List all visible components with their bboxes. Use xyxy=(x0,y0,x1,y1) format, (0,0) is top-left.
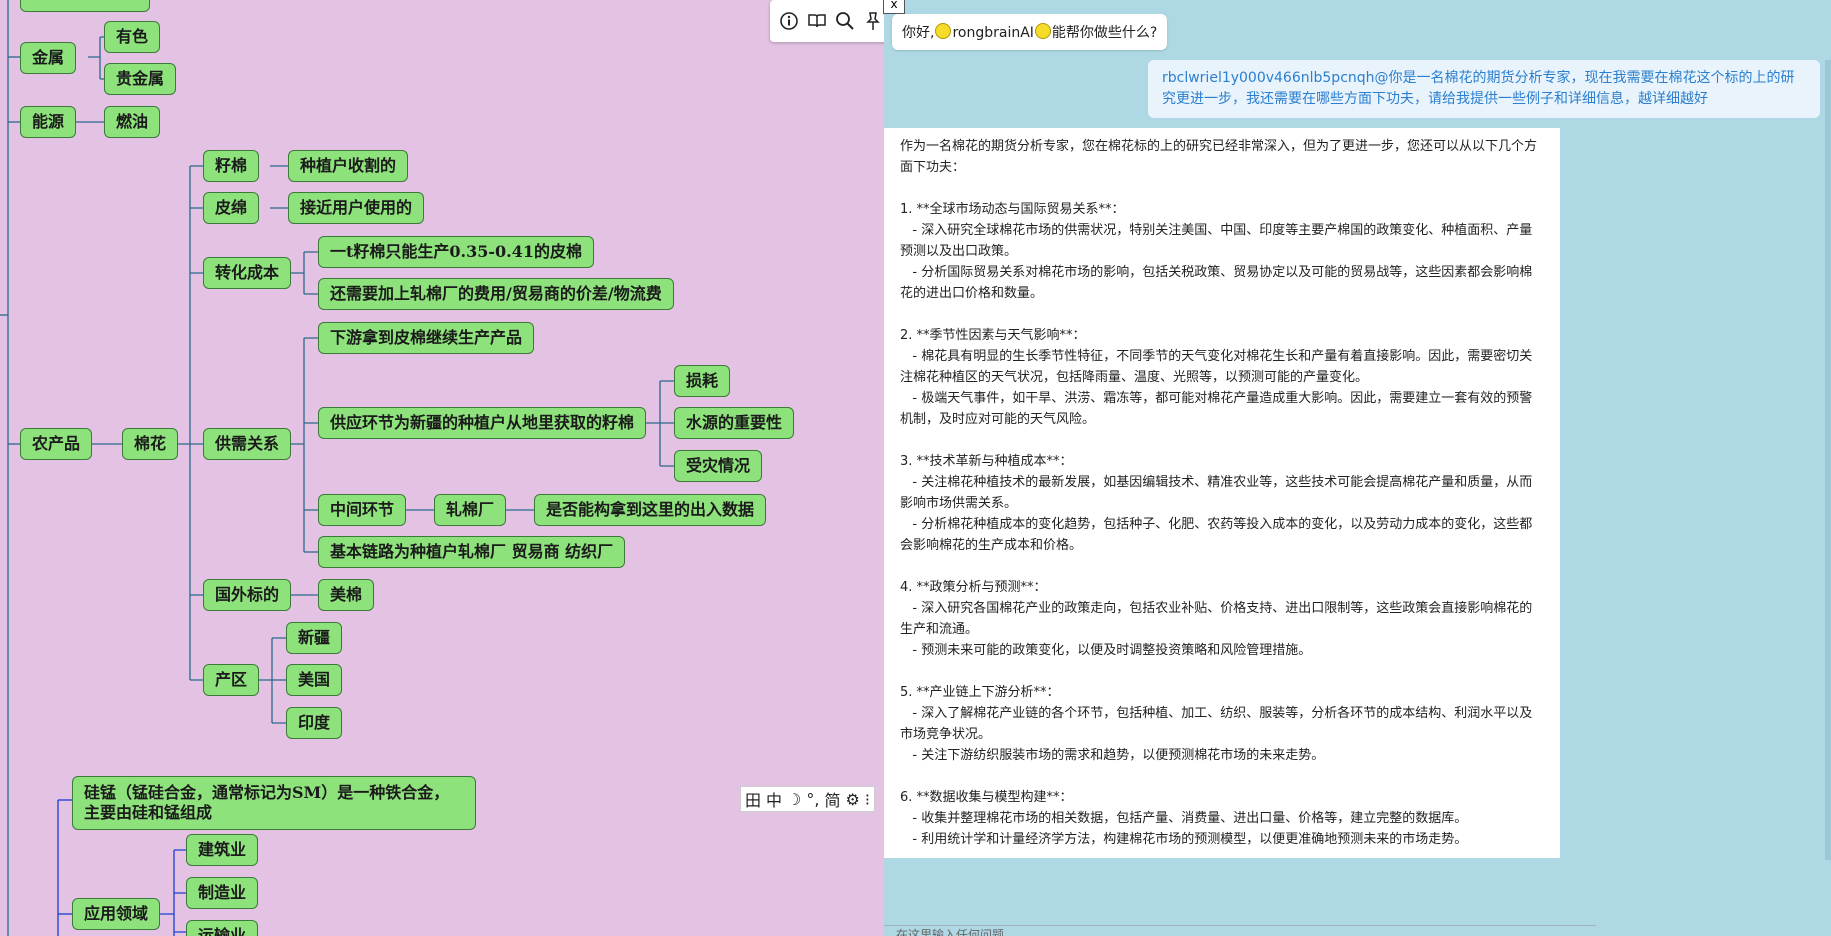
mindmap-node-conversion-ratio[interactable]: 一t籽棉只能生产0.35-0.41的皮棉 xyxy=(318,236,594,268)
answer-line: - 极端天气事件，如干旱、洪涝、霜冻等，都可能对棉花产量造成重大影响。因此，需要… xyxy=(900,391,1533,427)
user-message-bubble: rbclwriel1y000v466nlb5pcnqh@你是一名棉花的期货分析专… xyxy=(1148,60,1820,118)
mindmap-node-supply-xinjiang[interactable]: 供应环节为新疆的种植户从地里获取的籽棉 xyxy=(318,407,647,439)
answer-line: - 收集并整理棉花市场的相关数据，包括产量、消费量、进出口量、价格等，建立完整的… xyxy=(900,811,1468,826)
ime-chinese-toggle[interactable]: 中 xyxy=(766,787,782,811)
answer-line: - 利用统计学和计量经济学方法，构建棉花市场的预测模型，以便更准确地预测未来的市… xyxy=(900,832,1468,847)
mindmap-node-seed-cotton[interactable]: 籽棉 xyxy=(203,150,260,182)
answer-line: 1. **全球市场动态与国际贸易关系**： xyxy=(900,202,1125,217)
mindmap-node-transport[interactable]: 运输业 xyxy=(186,920,259,936)
answer-line: - 关注下游纺织服装市场的需求和趋势，以便预测棉花市场的未来走势。 xyxy=(900,748,1325,763)
answer-line xyxy=(900,430,1544,451)
mindmap-node-top-cut[interactable] xyxy=(20,0,150,12)
mindmap-node-loss[interactable]: 损耗 xyxy=(674,365,731,397)
answer-line: 2. **季节性因素与天气影响**： xyxy=(900,328,1086,343)
mindmap-node-nonferrous[interactable]: 有色 xyxy=(104,21,161,53)
answer-line xyxy=(900,556,1544,577)
mindmap-node-energy[interactable]: 能源 xyxy=(20,106,77,138)
mindmap-node-us-cotton[interactable]: 美棉 xyxy=(318,579,375,611)
answer-line xyxy=(900,304,1544,325)
mindmap-node-downstream[interactable]: 下游拿到皮棉继续生产产品 xyxy=(318,322,535,354)
mindmap-node-middle[interactable]: 中间环节 xyxy=(318,494,407,526)
mindmap-node-xinjiang[interactable]: 新疆 xyxy=(286,622,343,654)
mindmap-node-chain[interactable]: 基本链路为种植户轧棉厂 贸易商 纺织厂 xyxy=(318,536,626,568)
greeting-suffix: 能帮你做些什么? xyxy=(1051,25,1158,41)
book-icon[interactable] xyxy=(806,10,828,32)
ime-toolbar[interactable]: 田 中 ☽ °, 简 ⚙ ⁝ xyxy=(740,786,875,812)
mindmap-node-region[interactable]: 产区 xyxy=(203,664,260,696)
close-button[interactable]: x xyxy=(883,0,905,14)
answer-line xyxy=(900,661,1544,682)
ime-punct-toggle[interactable]: °, xyxy=(806,790,819,809)
mindmap-node-agri[interactable]: 农产品 xyxy=(20,428,93,460)
mindmap-node-disaster[interactable]: 受灾情况 xyxy=(674,450,763,482)
chat-scrollbar[interactable] xyxy=(1825,60,1831,860)
mindmap-node-gin[interactable]: 轧棉厂 xyxy=(434,494,507,526)
chat-panel: 你好, rongbrainAI 能帮你做些什么? rbclwriel1y000v46… xyxy=(884,0,1831,936)
answer-line: 4. **政策分析与预测**： xyxy=(900,580,1047,595)
mindmap-canvas[interactable]: 金属 有色 贵金属 能源 燃油 农产品 棉花 籽棉 种植户收割的 皮绵 接近用户… xyxy=(0,0,884,936)
coin-icon xyxy=(1034,23,1051,39)
mindmap-node-seed-cotton-note[interactable]: 种植户收割的 xyxy=(288,150,409,182)
answer-line: - 关注棉花种植技术的最新发展，如基因编辑技术、精准农业等，这些技术可能会提高棉… xyxy=(900,475,1533,511)
assistant-name: rongbrainAI xyxy=(952,25,1034,41)
mindmap-node-metal[interactable]: 金属 xyxy=(20,42,77,74)
chat-input[interactable]: 在这里输入任何问题 xyxy=(884,925,1596,936)
answer-line: 3. **技术革新与种植成本**： xyxy=(900,454,1073,469)
pin-icon[interactable] xyxy=(862,10,884,32)
chat-input-placeholder: 在这里输入任何问题 xyxy=(896,928,1005,936)
answer-line: - 棉花具有明显的生长季节性特征，不同季节的天气变化对棉花生长和产量有着直接影响… xyxy=(900,349,1533,385)
greeting-bubble: 你好, rongbrainAI 能帮你做些什么? xyxy=(892,14,1168,50)
mindmap-node-simn[interactable]: 硅锰（锰硅合金，通常标记为SM）是一种铁合金，主要由硅和锰组成 xyxy=(72,776,476,830)
mindmap-node-foreign[interactable]: 国外标的 xyxy=(203,579,292,611)
answer-line: - 分析国际贸易关系对棉花市场的影响，包括关税政策、贸易协定以及可能的贸易战等，… xyxy=(900,265,1533,301)
answer-line: 作为一名棉花的期货分析专家，您在棉花标的上的研究已经非常深入，但为了更进一步，您… xyxy=(900,139,1538,175)
mindmap-node-application[interactable]: 应用领域 xyxy=(72,898,161,930)
ime-grid-icon[interactable]: 田 xyxy=(745,787,761,811)
ime-more-icon[interactable]: ⁝ xyxy=(865,790,870,809)
mindmap-node-manufacturing[interactable]: 制造业 xyxy=(186,877,259,909)
mindmap-node-cotton[interactable]: 棉花 xyxy=(122,428,179,460)
info-icon[interactable] xyxy=(778,10,800,32)
mindmap-node-usa[interactable]: 美国 xyxy=(286,664,343,696)
mindmap-node-precious-metal[interactable]: 贵金属 xyxy=(104,63,177,95)
greeting-prefix: 你好, xyxy=(902,25,935,41)
mindmap-node-construction[interactable]: 建筑业 xyxy=(186,834,259,866)
answer-line xyxy=(900,178,1544,199)
answer-line: - 深入研究全球棉花市场的供需状况，特别关注美国、中国、印度等主要产棉国的政策变… xyxy=(900,223,1533,259)
mindmap-node-fuel-oil[interactable]: 燃油 xyxy=(104,106,161,138)
mindmap-node-supply-demand[interactable]: 供需关系 xyxy=(203,428,292,460)
floating-toolbar xyxy=(770,0,890,42)
search-icon[interactable] xyxy=(834,10,856,32)
mindmap-node-water[interactable]: 水源的重要性 xyxy=(674,407,795,439)
mindmap-node-lint[interactable]: 皮绵 xyxy=(203,192,260,224)
answer-line: - 深入了解棉花产业链的各个环节，包括种植、加工、纺织、服装等，分析各环节的成本… xyxy=(900,706,1533,742)
answer-line: 6. **数据收集与模型构建**： xyxy=(900,790,1073,805)
mindmap-node-conversion-cost[interactable]: 转化成本 xyxy=(203,257,292,289)
ime-moon-icon[interactable]: ☽ xyxy=(787,790,801,809)
mindmap-node-india[interactable]: 印度 xyxy=(286,707,343,739)
answer-line xyxy=(900,766,1544,787)
mindmap-node-lint-note[interactable]: 接近用户使用的 xyxy=(288,192,425,224)
coin-icon xyxy=(935,23,952,39)
answer-line: - 分析棉花种植成本的变化趋势，包括种子、化肥、农药等投入成本的变化，以及劳动力… xyxy=(900,517,1533,553)
user-message-text: rbclwriel1y000v466nlb5pcnqh@你是一名棉花的期货分析专… xyxy=(1162,70,1795,107)
ime-simplified-toggle[interactable]: 简 xyxy=(824,787,840,811)
answer-line: 5. **产业链上下游分析**： xyxy=(900,685,1060,700)
answer-line: - 预测未来可能的政策变化，以便及时调整投资策略和风险管理措施。 xyxy=(900,643,1312,658)
assistant-answer-bubble: 作为一名棉花的期货分析专家，您在棉花标的上的研究已经非常深入，但为了更进一步，您… xyxy=(884,128,1560,858)
ime-gear-icon[interactable]: ⚙ xyxy=(845,790,859,809)
mindmap-node-gin-data[interactable]: 是否能构拿到这里的出入数据 xyxy=(534,494,767,526)
mindmap-node-conversion-fees[interactable]: 还需要加上轧棉厂的费用/贸易商的价差/物流费 xyxy=(318,278,674,310)
answer-line: - 深入研究各国棉花产业的政策走向，包括农业补贴、价格支持、进出口限制等，这些政… xyxy=(900,601,1533,637)
